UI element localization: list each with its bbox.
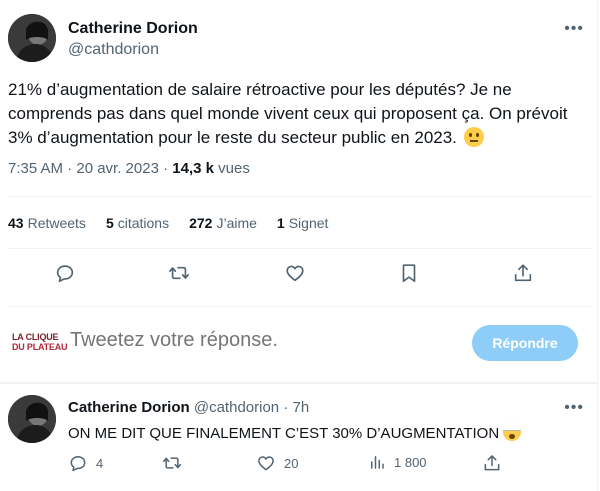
tweet-time[interactable]: 7:35 AM · 20 avr. 2023 — [8, 160, 159, 177]
neutral-face-emoji-icon — [463, 127, 484, 147]
reply-retweet-button[interactable] — [162, 453, 182, 473]
user-logo[interactable]: LA CLIQUE DU PLATEAU — [12, 332, 68, 352]
retweet-icon — [162, 457, 182, 469]
reply-icon — [70, 456, 86, 472]
more-options-button[interactable]: ••• — [564, 399, 584, 417]
reply-input[interactable] — [70, 329, 430, 352]
reply-icon[interactable] — [54, 262, 76, 284]
more-options-button[interactable]: ••• — [564, 20, 584, 38]
section-divider — [0, 382, 598, 384]
like-icon — [258, 456, 274, 471]
reply-reply-button[interactable]: 4 — [68, 453, 103, 473]
stat-likes[interactable]: 272 J’aime — [189, 215, 257, 231]
divider — [8, 248, 592, 249]
author-name[interactable]: Catherine Dorion — [68, 20, 198, 38]
tweet-actions — [8, 262, 592, 288]
like-count: 20 — [284, 455, 299, 471]
stat-quotes[interactable]: 5 citations — [106, 215, 169, 231]
divider — [8, 306, 592, 307]
share-icon[interactable] — [512, 262, 534, 284]
stat-count: 5 — [105, 215, 114, 231]
avatar[interactable] — [8, 14, 56, 62]
stat-count: 43 — [8, 215, 24, 231]
like-icon[interactable] — [284, 262, 306, 284]
views-count: 1 800 — [394, 454, 427, 470]
right-border — [597, 0, 598, 491]
reply-share-button[interactable] — [482, 453, 502, 473]
share-icon — [484, 455, 500, 471]
stat-retweets[interactable]: 43 Retweets — [8, 215, 86, 231]
reply-body: ON ME DIT QUE FINALEMENT C’EST 30% D’AUG… — [68, 425, 500, 442]
reply-views-button[interactable]: 1 800 — [368, 453, 427, 471]
reply-text: ON ME DIT QUE FINALEMENT C’EST 30% D’AUG… — [68, 423, 522, 442]
bookmark-icon[interactable] — [398, 262, 420, 284]
tweet-header: Catherine Dorion @cathdorion ••• — [8, 14, 592, 66]
meta-separator: · — [163, 160, 169, 177]
stat-count: 272 — [189, 215, 213, 231]
avatar-photo-icon — [8, 14, 56, 62]
divider — [8, 196, 592, 197]
stat-count: 1 — [276, 215, 285, 231]
tweet-text: 21% d’augmentation de salaire rétroactiv… — [8, 78, 588, 150]
views-count: 14,3 k — [172, 160, 214, 177]
reply-button[interactable]: Répondre — [472, 325, 578, 361]
reply-like-button[interactable]: 20 — [256, 453, 298, 473]
stat-label: Signet — [288, 215, 329, 231]
retweet-icon[interactable] — [168, 262, 190, 284]
analytics-icon — [371, 456, 384, 469]
stat-label: J’aime — [216, 215, 257, 231]
author-handle[interactable]: @cathdorion — [68, 41, 159, 59]
views-label: vues — [218, 160, 250, 177]
reply-composer: LA CLIQUE DU PLATEAU Répondre — [8, 322, 592, 368]
logo-line-1: LA CLIQUE — [12, 332, 59, 342]
stat-label: Retweets — [27, 215, 86, 231]
logo-line-2: DU PLATEAU — [12, 342, 68, 352]
reply-header: Catherine Dorion @cathdorion · 7h — [68, 399, 309, 416]
reply-actions: 4 20 1 800 — [68, 453, 588, 473]
reply-time[interactable]: · 7h — [283, 399, 309, 416]
reply-author-handle[interactable]: @cathdorion — [194, 399, 279, 416]
avatar-photo-icon — [8, 395, 56, 443]
stat-bookmarks[interactable]: 1 Signet — [277, 215, 329, 231]
tweet-meta: 7:35 AM · 20 avr. 2023 · 14,3 k vues — [8, 160, 250, 177]
exploding-head-emoji-icon — [503, 423, 522, 441]
reply-tweet[interactable]: Catherine Dorion @cathdorion · 7h ••• ON… — [8, 395, 592, 485]
avatar[interactable] — [8, 395, 56, 443]
stat-label: citations — [117, 215, 170, 231]
reply-author-name[interactable]: Catherine Dorion — [68, 399, 190, 416]
engagement-stats: 43 Retweets 5 citations 272 J’aime 1 Signet — [8, 215, 328, 231]
reply-count: 4 — [96, 455, 104, 471]
